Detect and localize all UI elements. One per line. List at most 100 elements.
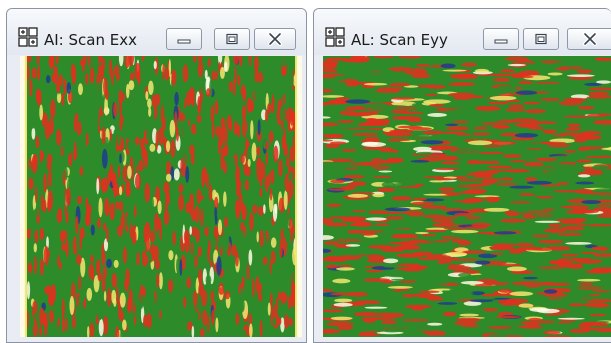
strain-blob: [196, 301, 200, 311]
strain-blob: [405, 304, 432, 308]
title-bar[interactable]: AL: Scan Eyy: [314, 9, 611, 55]
strain-blob: [113, 259, 119, 268]
strain-blob: [289, 146, 296, 163]
strain-blob: [119, 153, 122, 164]
strain-blob: [363, 278, 391, 282]
strain-blob: [209, 215, 216, 231]
strain-blob: [459, 313, 480, 317]
strain-blob: [588, 143, 603, 147]
strain-blob: [223, 216, 229, 228]
strain-blob: [542, 129, 557, 134]
strain-blob: [502, 154, 523, 158]
strain-blob: [335, 238, 363, 242]
strain-blob: [361, 317, 380, 321]
strain-blob: [481, 122, 509, 126]
strain-blob: [125, 199, 130, 213]
strain-blob: [486, 185, 502, 189]
strain-blob: [577, 174, 591, 178]
strain-blob: [568, 303, 584, 307]
strain-blob: [591, 290, 611, 293]
strain-blob: [78, 275, 82, 291]
strain-blob: [385, 216, 404, 220]
strain-blob: [515, 90, 538, 95]
strain-blob: [267, 172, 271, 187]
strain-blob: [438, 187, 455, 192]
strain-blob: [492, 243, 516, 247]
strain-blob: [82, 134, 87, 145]
strain-blob: [214, 100, 219, 115]
strain-blob: [508, 104, 525, 109]
title-bar[interactable]: AI: Scan Exx: [7, 9, 306, 55]
strain-blob: [591, 165, 611, 170]
strain-blob: [454, 212, 474, 217]
strain-blob: [591, 246, 607, 251]
strain-blob: [143, 149, 148, 168]
strain-blob: [390, 110, 410, 114]
close-button[interactable]: [567, 28, 611, 50]
strain-blob: [154, 258, 161, 270]
strain-blob: [514, 128, 533, 132]
strain-blob: [180, 157, 184, 177]
strain-blob: [161, 255, 167, 273]
strain-blob: [102, 315, 109, 336]
strain-blob: [353, 311, 379, 317]
strain-blob: [201, 168, 205, 188]
strain-blob: [127, 299, 133, 313]
strain-blob: [432, 222, 456, 228]
strain-blob: [89, 67, 95, 84]
strain-blob: [383, 330, 401, 333]
strain-blob: [389, 129, 414, 134]
close-button[interactable]: [254, 28, 296, 50]
strain-blob: [596, 204, 611, 207]
maximize-button[interactable]: [523, 28, 559, 50]
strain-blob: [61, 263, 66, 280]
strain-blob: [583, 302, 608, 308]
strain-blob: [390, 97, 416, 100]
strain-blob: [46, 153, 53, 165]
strain-blob: [95, 94, 101, 109]
strain-blob: [31, 127, 36, 140]
scan-eyy-window[interactable]: AL: Scan Eyy: [313, 8, 611, 343]
strain-blob: [458, 272, 472, 278]
strain-blob: [204, 117, 209, 129]
strain-blob: [580, 130, 602, 135]
strain-blob: [220, 152, 224, 171]
strain-blob: [519, 122, 540, 128]
strain-blob: [111, 69, 114, 86]
strain-blob: [66, 187, 71, 206]
strain-blob: [138, 217, 144, 231]
strain-blob: [128, 313, 134, 331]
strain-blob: [122, 319, 127, 331]
strain-blob: [488, 101, 509, 105]
scan-exx-window[interactable]: AI: Scan Exx: [6, 8, 307, 343]
strain-blob: [420, 140, 444, 145]
strain-blob: [531, 234, 550, 238]
strain-blob: [32, 300, 38, 314]
strain-blob: [347, 193, 369, 198]
strain-blob: [377, 118, 391, 124]
strain-blob: [190, 123, 197, 135]
maximize-button[interactable]: [214, 28, 250, 50]
strain-blob: [509, 185, 534, 189]
strain-blob: [82, 61, 86, 73]
scan-exx-heatmap[interactable]: [20, 56, 302, 337]
minimize-button[interactable]: [483, 28, 519, 50]
strain-blob: [76, 232, 80, 251]
strain-blob: [73, 141, 77, 160]
strain-blob: [161, 313, 165, 323]
strain-blob: [64, 203, 68, 216]
strain-blob: [460, 73, 474, 78]
strain-blob: [542, 330, 561, 335]
strain-blob: [27, 116, 30, 128]
strain-blob: [392, 182, 416, 187]
strain-blob: [546, 69, 559, 72]
minimize-button[interactable]: [166, 28, 202, 50]
strain-blob: [368, 128, 385, 131]
strain-blob: [156, 273, 160, 289]
strain-blob: [77, 195, 82, 205]
strain-blob: [425, 93, 438, 96]
strain-blob: [39, 149, 43, 164]
scan-eyy-heatmap[interactable]: [323, 56, 611, 337]
strain-blob: [337, 120, 355, 124]
strain-blob: [104, 96, 108, 116]
